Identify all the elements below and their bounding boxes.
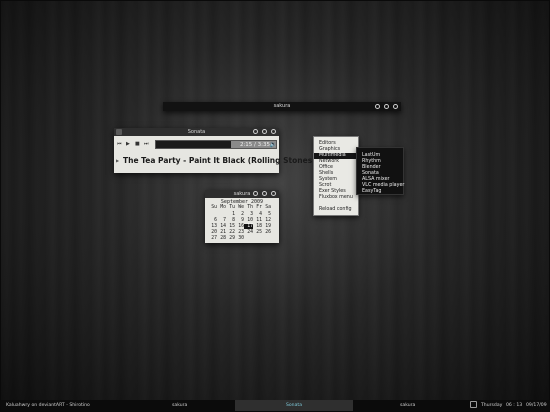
weekday-label: We xyxy=(238,205,244,210)
calendar-day[interactable]: 21 xyxy=(217,230,226,235)
calendar-day[interactable]: 6 xyxy=(208,218,217,223)
minimize-button[interactable] xyxy=(253,129,258,134)
taskbar-task-sakura-1[interactable]: sakura xyxy=(172,400,187,412)
calendar-day[interactable]: 7 xyxy=(217,218,226,223)
calendar-day[interactable]: 27 xyxy=(208,236,217,241)
track-time: 2:15 / 3:35 xyxy=(239,142,270,148)
next-track-button[interactable]: ⏭ xyxy=(144,141,149,147)
calendar-week-row: 27 28 29 30 xyxy=(208,236,278,241)
calendar-day[interactable]: 26 xyxy=(262,230,271,235)
calendar-day xyxy=(262,236,271,241)
previous-track-button[interactable]: ⏮ xyxy=(117,141,122,147)
calendar-day[interactable]: 5 xyxy=(262,212,271,217)
calendar-day xyxy=(253,236,262,241)
calendar-day[interactable]: 22 xyxy=(226,230,235,235)
sonata-window[interactable]: Sonata ⏮ ▶ ■ ⏭ 2:15 / 3:35 🔈 ▶ The Tea P… xyxy=(114,128,343,173)
calendar-day[interactable]: 12 xyxy=(262,218,271,223)
root-menu[interactable]: Editors Graphics Multimedia Network Office Sh… xyxy=(313,136,359,216)
multimedia-submenu[interactable]: LastUm Rhythm Blender Sonata ALSA mixer VLC m… xyxy=(356,147,404,195)
taskbar-credit: Kaluahwry on deviantART - Shirotino xyxy=(6,403,90,408)
track-progress-bar[interactable]: 2:15 / 3:35 xyxy=(155,140,277,149)
weekday-label: Th xyxy=(247,205,253,210)
sonata-title: Sonata xyxy=(187,129,206,135)
calendar-day xyxy=(208,212,217,217)
stop-button[interactable]: ■ xyxy=(135,141,140,147)
expander-arrow-icon[interactable]: ▶ xyxy=(116,158,119,163)
calendar-day xyxy=(244,236,253,241)
calendar-window[interactable]: sakura September 2009 Su Mo Tu We Th Fr … xyxy=(205,190,279,243)
calendar-day[interactable]: 16 xyxy=(235,224,244,229)
calendar-day[interactable]: 19 xyxy=(262,224,271,229)
weekday-label: Sa xyxy=(265,205,271,210)
close-button[interactable] xyxy=(271,129,276,134)
calendar-week-row: 20 21 22 23 24 25 26 xyxy=(208,230,278,235)
sonata-titlebar[interactable]: Sonata xyxy=(114,128,279,136)
calendar-day[interactable]: 18 xyxy=(253,224,262,229)
calendar-titlebar[interactable]: sakura xyxy=(205,190,279,198)
taskbar-day: Thursday xyxy=(481,403,503,408)
calendar-day[interactable]: 8 xyxy=(226,218,235,223)
close-button[interactable] xyxy=(271,191,276,196)
minimize-button[interactable] xyxy=(253,191,258,196)
calendar-day[interactable]: 28 xyxy=(217,236,226,241)
play-button[interactable]: ▶ xyxy=(126,141,130,147)
calendar-week-row: 12345 xyxy=(208,212,278,217)
taskbar: Kaluahwry on deviantART - Shirotino saku… xyxy=(0,400,550,412)
calendar-day[interactable]: 13 xyxy=(208,224,217,229)
calendar-day[interactable]: 24 xyxy=(244,230,253,235)
calendar-day[interactable]: 17 xyxy=(244,224,253,229)
close-button[interactable] xyxy=(393,104,398,109)
submenu-item[interactable]: EasyTag xyxy=(357,189,403,195)
calendar-day[interactable]: 29 xyxy=(226,236,235,241)
taskbar-task-sakura-2[interactable]: sakura xyxy=(400,400,415,412)
calendar-week-row: 6 7 8 9 10 11 12 xyxy=(208,218,278,223)
calendar-day[interactable]: 15 xyxy=(226,224,235,229)
calendar-day[interactable]: 11 xyxy=(253,218,262,223)
taskbar-task-sonata[interactable]: Sonata xyxy=(235,400,353,412)
calendar-day[interactable]: 10 xyxy=(244,218,253,223)
terminal-bar-titlebar[interactable]: sakura xyxy=(163,102,401,111)
weekday-label: Mo xyxy=(220,205,226,210)
calendar-day xyxy=(217,212,226,217)
taskbar-date: 09/17/09 xyxy=(526,403,547,408)
calendar-day[interactable]: 1 xyxy=(226,212,235,217)
calendar-window-title: sakura xyxy=(233,191,251,197)
maximize-button[interactable] xyxy=(262,129,267,134)
terminal-bar-title: sakura xyxy=(273,103,291,109)
menu-item[interactable]: Reload config xyxy=(314,207,358,213)
weekday-label: Tu xyxy=(229,205,235,210)
terminal-bar-window[interactable]: sakura xyxy=(163,102,401,111)
calendar-weekday-row: Su Mo Tu We Th Fr Sa xyxy=(208,205,278,210)
calendar-week-row: 13 14 15 16 17 18 19 xyxy=(208,224,278,229)
window-menu-icon[interactable] xyxy=(116,129,122,135)
calendar-day[interactable]: 25 xyxy=(253,230,262,235)
calendar-day[interactable]: 30 xyxy=(235,236,244,241)
current-song-title: The Tea Party - Paint It Black (Rolling … xyxy=(123,156,343,165)
speaker-icon[interactable]: 🔈 xyxy=(270,141,277,148)
calendar-day[interactable]: 9 xyxy=(235,218,244,223)
taskbar-time: 06 : 13 xyxy=(506,403,523,408)
maximize-button[interactable] xyxy=(384,104,389,109)
tray-clock-icon xyxy=(470,400,480,412)
calendar-day[interactable]: 4 xyxy=(253,212,262,217)
calendar-day[interactable]: 2 xyxy=(235,212,244,217)
maximize-button[interactable] xyxy=(262,191,267,196)
calendar-day[interactable]: 14 xyxy=(217,224,226,229)
calendar-day[interactable]: 20 xyxy=(208,230,217,235)
calendar-day[interactable]: 3 xyxy=(244,212,253,217)
weekday-label: Su xyxy=(211,205,217,210)
minimize-button[interactable] xyxy=(375,104,380,109)
track-progress-fill xyxy=(156,141,232,148)
calendar-day[interactable]: 23 xyxy=(235,230,244,235)
menu-item[interactable]: Fluxbox menu xyxy=(314,195,358,201)
weekday-label: Fr xyxy=(256,205,262,210)
